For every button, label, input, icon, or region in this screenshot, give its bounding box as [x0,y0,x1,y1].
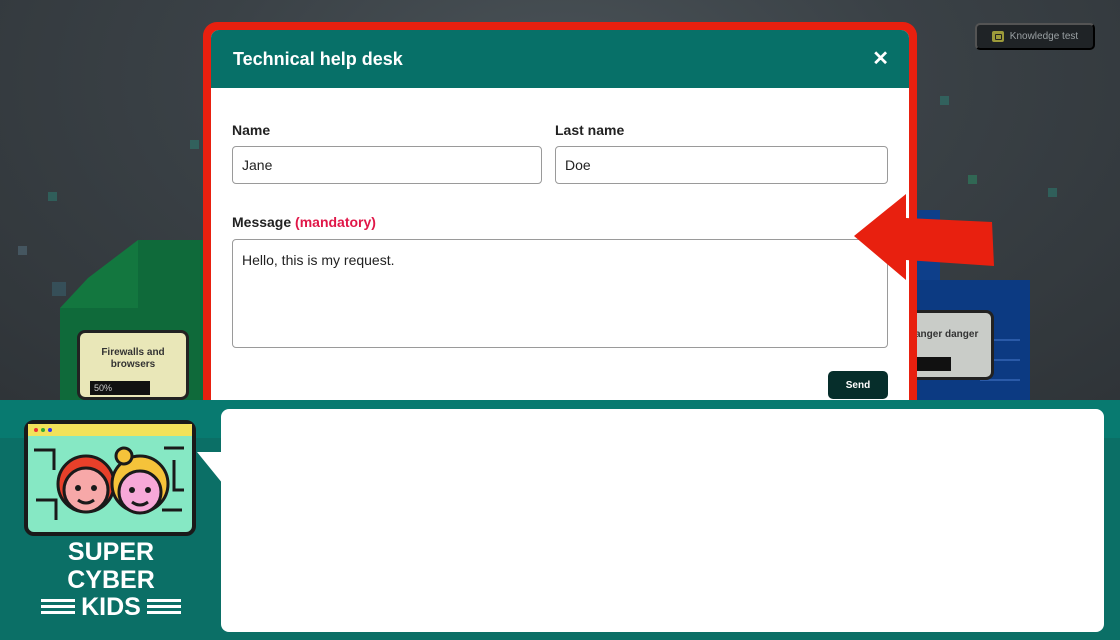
decor-dot [968,175,977,184]
message-label: Message (mandatory) [232,214,376,230]
topic-progress-bar [913,357,951,371]
decor-dot [1048,188,1057,197]
mandatory-marker: (mandatory) [295,214,376,230]
red-arrow-icon [854,194,994,280]
topic-card-firewalls[interactable]: Firewalls and browsers 50% [77,330,189,400]
lastname-label: Last name [555,122,625,138]
stripes-decor-icon [41,599,76,615]
decor-dot [190,140,199,149]
message-textarea[interactable]: Hello, this is my request. [232,239,888,348]
logo-wordmark: SUPER CYBER KIDS [22,538,200,620]
lastname-input[interactable] [555,146,888,184]
knowledge-test-label: Knowledge test [1009,31,1079,42]
decor-dot [940,96,949,105]
name-input[interactable] [232,146,542,184]
logo-line2-text: KIDS [81,593,141,621]
super-cyber-kids-logo-icon [24,420,196,536]
knowledge-test-button[interactable]: Knowledge test [975,23,1095,50]
logo-line1: SUPER CYBER [67,538,155,594]
logo-line2: KIDS [22,594,200,620]
topic-card-title: Firewalls and browsers [101,347,165,370]
decor-dot [48,192,57,201]
decor-dot [18,246,27,255]
book-icon [991,31,1004,42]
speech-bubble-tail [197,452,223,484]
stripes-decor-icon [146,599,181,615]
modal-title: Technical help desk [233,48,403,69]
close-icon[interactable]: ✕ [872,49,889,69]
name-label: Name [232,122,271,138]
message-label-text: Message [232,214,292,230]
help-desk-modal: Technical help desk ✕ Name Last name Mes… [211,30,909,422]
speech-bubble [221,409,1104,632]
help-desk-highlight-frame: Technical help desk ✕ Name Last name Mes… [203,22,917,422]
send-button[interactable]: Send [828,371,888,399]
topic-card-title: anger danger [915,329,979,340]
modal-header: Technical help desk ✕ [211,30,909,88]
topic-progress-label: 50% [90,381,150,395]
